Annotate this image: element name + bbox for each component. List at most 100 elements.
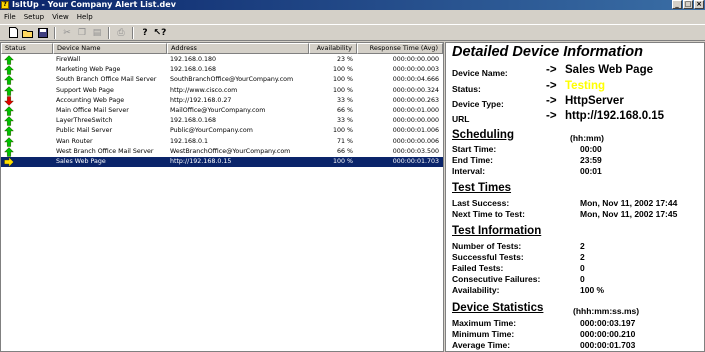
up-arrow-icon	[4, 65, 14, 75]
menu-setup[interactable]: Setup	[20, 13, 48, 21]
up-arrow-icon	[4, 85, 14, 96]
status-cell	[1, 75, 53, 86]
table-row[interactable]: Support Web Page http://www.cisco.com 100 …	[1, 85, 443, 96]
response-time-cell: 000:00:00.263	[392, 96, 439, 104]
toolbar-separator	[132, 26, 134, 39]
up-arrow-icon	[4, 55, 14, 65]
test-information-heading: Test Information	[452, 225, 542, 237]
address-cell: http://www.cisco.com	[170, 86, 238, 94]
average-time-value: 000:00:01.703	[580, 340, 636, 350]
close-button[interactable]: ×	[694, 0, 704, 9]
table-row[interactable]: Accounting Web Page http://192.168.0.27 33…	[1, 96, 443, 106]
availability-value: 100 %	[580, 285, 605, 295]
maximize-button[interactable]: □	[683, 0, 693, 9]
table-row[interactable]: Wan Router 192.168.0.1 71 % 000:00:00.006	[1, 136, 443, 147]
availability-cell: 100 %	[332, 66, 353, 74]
status-cell	[1, 147, 53, 157]
toolbar-separator	[108, 26, 110, 39]
table-row[interactable]: FireWall 192.168.0.180 23 % 000:00:00.000	[1, 55, 443, 65]
toolbar-separator	[54, 26, 56, 39]
paste-icon[interactable]: ▤	[90, 26, 104, 40]
address-cell: Public@YourCompany.com	[170, 127, 253, 135]
address-cell: http://192.168.0.27	[170, 96, 232, 104]
table-row[interactable]: Public Mail Server Public@YourCompany.com…	[1, 126, 443, 137]
copy-icon[interactable]: ❐	[75, 26, 89, 40]
availability-cell: 100 %	[332, 158, 353, 165]
open-icon[interactable]	[21, 26, 35, 40]
interval-label: Interval:	[452, 166, 486, 176]
status-cell	[1, 55, 53, 65]
status-cell	[1, 65, 53, 75]
title-bar[interactable]: ? IsItUp - Your Company Alert List.dev _…	[0, 0, 705, 10]
up-arrow-icon	[4, 116, 14, 126]
maximum-time-value: 000:00:03.197	[580, 318, 636, 328]
column-status[interactable]: Status	[1, 43, 53, 54]
toolbar: ✂ ❐ ▤ ⎙ ? ↖?	[0, 24, 705, 41]
status-cell	[1, 85, 53, 96]
device-name-cell: Accounting Web Page	[56, 96, 125, 104]
up-arrow-icon	[4, 136, 14, 147]
menu-file[interactable]: File	[0, 13, 20, 21]
window-title: IsItUp - Your Company Alert List.dev	[12, 0, 176, 9]
device-name-cell: LayerThreeSwitch	[56, 117, 113, 125]
device-type-arrow: ->	[546, 95, 557, 107]
start-time-label: Start Time:	[452, 144, 497, 154]
address-cell: WestBranchOffice@YourCompany.com	[170, 147, 291, 155]
help-icon[interactable]: ?	[138, 26, 152, 40]
interval-value: 00:01	[580, 166, 602, 176]
response-time-cell: 000:00:00.324	[392, 86, 439, 94]
right-arrow-icon	[4, 157, 14, 167]
availability-cell: 66 %	[337, 107, 353, 114]
menu-view[interactable]: View	[48, 13, 73, 21]
availability-cell: 100 %	[332, 76, 353, 84]
new-icon[interactable]	[6, 26, 20, 40]
test-times-heading: Test Times	[452, 182, 512, 194]
detail-title: Detailed Device Information	[452, 44, 643, 60]
end-time-label: End Time:	[452, 155, 493, 165]
response-time-cell: 000:00:00.006	[392, 137, 439, 145]
up-arrow-icon	[4, 75, 14, 86]
device-name-arrow: ->	[546, 64, 557, 76]
status-arrow: ->	[546, 80, 557, 92]
successful-tests-label: Successful Tests:	[452, 252, 524, 262]
address-cell: http://192.168.0.15	[170, 158, 232, 165]
failed-tests-label: Failed Tests:	[452, 263, 504, 273]
device-name-cell: Public Mail Server	[56, 127, 113, 135]
context-help-icon[interactable]: ↖?	[153, 26, 167, 40]
response-time-cell: 000:00:00.000	[392, 56, 439, 63]
print-icon[interactable]: ⎙	[114, 26, 128, 40]
column-address[interactable]: Address	[167, 43, 309, 54]
table-row[interactable]: Main Office Mail Server MailOffice@YourCo…	[1, 106, 443, 116]
availability-cell: 66 %	[337, 147, 353, 155]
consecutive-failures-label: Consecutive Failures:	[452, 274, 541, 284]
successful-tests-value: 2	[580, 252, 585, 262]
menu-bar: File Setup View Help	[0, 10, 705, 24]
device-name-cell: Main Office Mail Server	[56, 107, 129, 114]
end-time-value: 23:59	[580, 155, 602, 165]
availability-cell: 100 %	[332, 86, 353, 94]
address-cell: 192.168.0.168	[170, 66, 217, 74]
device-name-value: Sales Web Page	[565, 64, 653, 76]
maximum-time-label: Maximum Time:	[452, 318, 517, 328]
table-row[interactable]: Marketing Web Page 192.168.0.168 100 % 000:…	[1, 65, 443, 75]
scheduling-heading: Scheduling	[452, 129, 514, 141]
table-row[interactable]: Sales Web Page http://192.168.0.15 100 % 00…	[1, 157, 443, 168]
menu-help[interactable]: Help	[73, 13, 97, 21]
save-icon[interactable]	[36, 26, 50, 40]
response-time-cell: 000:00:01.000	[392, 107, 439, 114]
table-row[interactable]: South Branch Office Mail Server SouthBran…	[1, 75, 443, 86]
device-list[interactable]: Status Device Name Address Availability …	[0, 42, 444, 352]
column-availability[interactable]: Availability	[309, 43, 357, 54]
device-name-cell: Sales Web Page	[56, 158, 106, 165]
device-name-cell: Marketing Web Page	[56, 66, 121, 74]
column-response-time[interactable]: Response Time (Avg)	[357, 43, 443, 54]
cut-icon[interactable]: ✂	[60, 26, 74, 40]
status-cell	[1, 126, 53, 137]
column-device-name[interactable]: Device Name	[53, 43, 167, 54]
table-row[interactable]: LayerThreeSwitch 192.168.0.168 33 % 000:00:…	[1, 116, 443, 126]
consecutive-failures-value: 0	[580, 274, 585, 284]
minimize-button[interactable]: _	[672, 0, 682, 9]
device-type-value: HttpServer	[565, 95, 624, 107]
status-label: Status:	[452, 84, 481, 94]
table-row[interactable]: West Branch Office Mail Server WestBranch…	[1, 147, 443, 157]
